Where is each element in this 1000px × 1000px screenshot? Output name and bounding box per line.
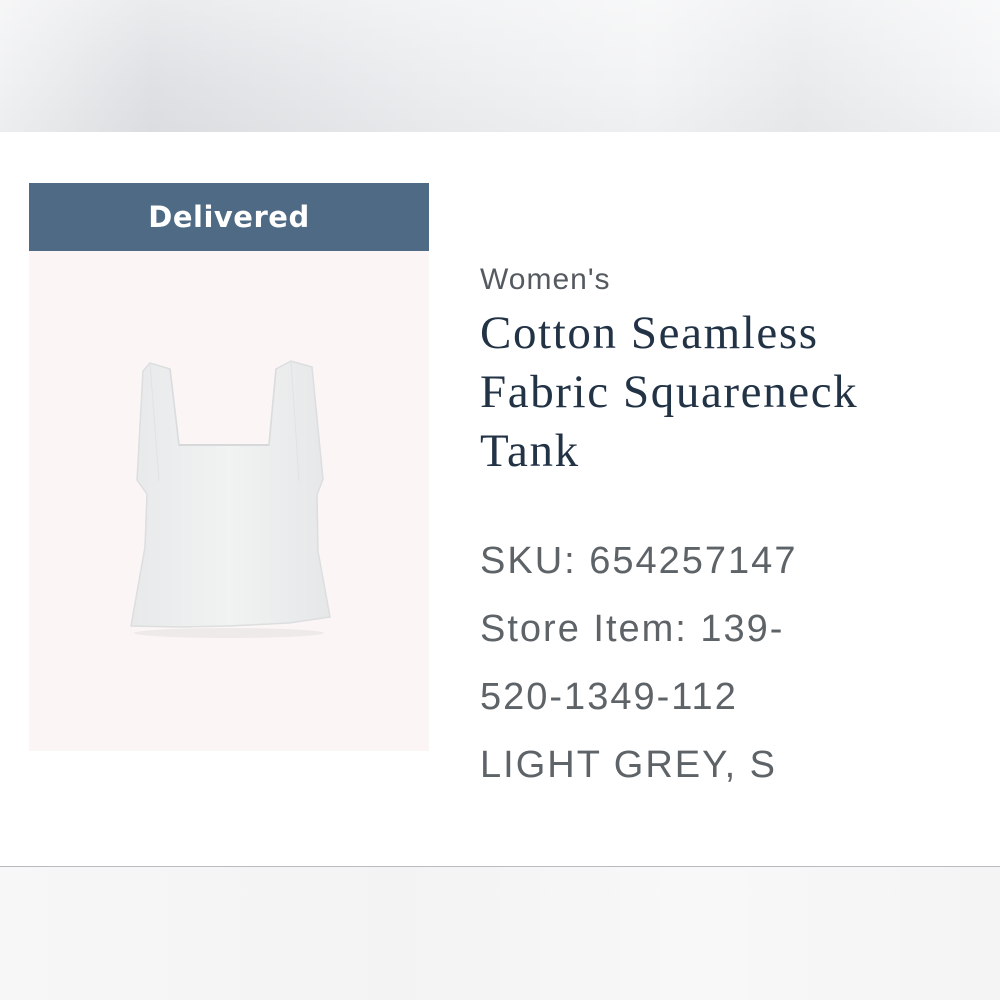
delivery-status-label: Delivered (148, 200, 310, 234)
product-info: Women's Cotton Seamless Fabric Squarenec… (480, 258, 980, 799)
screenshot-page: Delivered Women's Cotton Seamless Fabric… (0, 0, 1000, 1000)
variant-text: LIGHT GREY, S (480, 744, 778, 786)
store-item-text-line-2: 520-1349-112 (480, 676, 738, 718)
product-image[interactable] (29, 251, 429, 751)
product-details: SKU: 654257147 Store Item: 139- 520-1349… (480, 527, 980, 799)
product-category: Women's (480, 263, 611, 296)
store-item-text-line-1: Store Item: 139- (480, 608, 785, 650)
delivery-status-banner: Delivered (29, 183, 429, 251)
top-blurred-backdrop (0, 0, 1000, 132)
product-title[interactable]: Cotton Seamless Fabric Squareneck Tank (480, 304, 940, 481)
bottom-blurred-backdrop (0, 867, 1000, 1000)
product-tile[interactable]: Delivered (29, 183, 429, 751)
sku-text: SKU: 654257147 (480, 540, 798, 582)
tank-top-icon (130, 360, 331, 638)
